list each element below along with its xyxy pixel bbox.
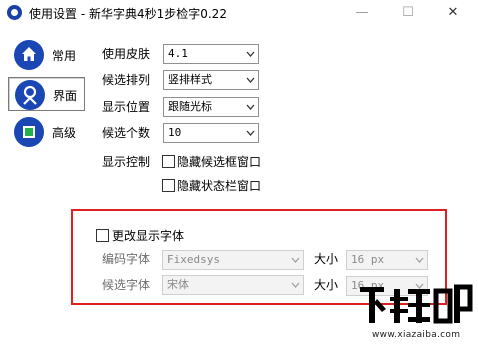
app-icon xyxy=(7,5,22,20)
minimize-button[interactable]: — xyxy=(341,2,383,24)
chevron-down-icon xyxy=(415,257,424,263)
home-icon xyxy=(14,40,44,70)
window-title: 使用设置 - 新华字典4秒1步检字0.22 xyxy=(29,7,227,21)
close-button[interactable]: ✕ xyxy=(432,2,474,24)
encoding-size-label: 大小 xyxy=(314,252,339,266)
nav-item-advanced[interactable]: 高级 xyxy=(8,115,85,149)
nav-label-appearance: 界面 xyxy=(53,89,78,103)
change-font-label[interactable]: 更改显示字体 xyxy=(112,227,184,244)
encoding-font-select[interactable]: Fixedsys xyxy=(162,250,304,270)
encoding-size-select[interactable]: 16 px xyxy=(346,250,428,270)
hide-candidate-window-label[interactable]: 隐藏候选框窗口 xyxy=(177,153,261,170)
chevron-down-icon xyxy=(246,77,255,83)
chevron-down-icon xyxy=(246,130,255,136)
title-bar[interactable]: 使用设置 - 新华字典4秒1步检字0.22 — ☐ ✕ xyxy=(0,0,478,26)
candidate-layout-label: 候选排列 xyxy=(102,73,151,87)
encoding-size-select-value: 16 px xyxy=(351,253,385,266)
encoding-font-select-value: Fixedsys xyxy=(167,253,220,266)
candidate-count-select-value: 10 xyxy=(168,126,182,139)
candidate-count-select[interactable]: 10 xyxy=(163,123,259,143)
encoding-font-label: 编码字体 xyxy=(102,252,151,266)
watermark-url: www.xiazaiba.com xyxy=(372,330,461,340)
candidate-size-label: 大小 xyxy=(314,278,339,292)
maximize-button[interactable]: ☐ xyxy=(387,2,429,24)
chevron-down-icon xyxy=(291,257,300,263)
display-control-label: 显示控制 xyxy=(102,155,151,169)
appearance-icon-glyph xyxy=(23,85,37,105)
change-font-checkbox[interactable] xyxy=(96,229,109,242)
skin-select[interactable]: 4.1 xyxy=(163,44,259,64)
nav-item-appearance[interactable]: 界面 xyxy=(8,77,85,111)
candidate-layout-select[interactable]: 竖排样式 xyxy=(163,70,259,90)
display-position-select[interactable]: 跟随光标 xyxy=(163,97,259,117)
chevron-down-icon xyxy=(291,282,300,288)
candidate-count-label: 候选个数 xyxy=(102,126,151,140)
display-position-select-value: 跟随光标 xyxy=(168,100,212,113)
candidate-font-select[interactable]: 宋体 xyxy=(162,275,304,295)
nav-label-common: 常用 xyxy=(52,49,77,63)
nav-label-advanced: 高级 xyxy=(52,126,77,140)
nav-item-common[interactable]: 常用 xyxy=(8,38,85,72)
skin-select-value: 4.1 xyxy=(168,47,188,60)
hide-status-window-checkbox[interactable] xyxy=(162,179,175,192)
chevron-down-icon xyxy=(246,51,255,57)
hide-status-window-label[interactable]: 隐藏状态栏窗口 xyxy=(177,177,261,194)
advanced-icon xyxy=(14,117,44,147)
display-position-label: 显示位置 xyxy=(102,100,151,114)
chevron-down-icon xyxy=(246,104,255,110)
skin-label: 使用皮肤 xyxy=(102,47,151,61)
hide-candidate-window-checkbox[interactable] xyxy=(162,155,175,168)
candidate-layout-select-value: 竖排样式 xyxy=(168,73,212,86)
appearance-icon xyxy=(15,80,45,110)
advanced-icon-glyph xyxy=(23,126,35,138)
candidate-font-select-value: 宋体 xyxy=(167,278,189,291)
candidate-font-label: 候选字体 xyxy=(102,278,151,292)
home-icon-glyph xyxy=(22,47,36,61)
